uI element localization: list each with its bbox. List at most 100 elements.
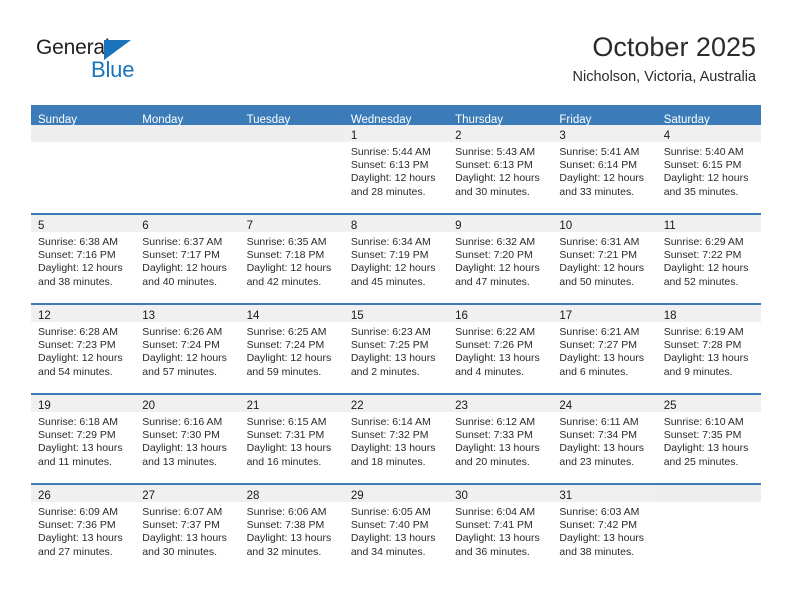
day-detail-line: Sunrise: 5:41 AM (559, 146, 640, 158)
day-details: Sunrise: 6:04 AM Sunset: 7:41 PM Daylight:… (448, 502, 552, 559)
day-detail-line: Sunset: 7:31 PM (246, 429, 325, 442)
calendar-day-cell[interactable]: 25 Sunrise: 6:10 AM Sunset: 7:35 PM Dayligh… (656, 395, 761, 483)
day-number-band: 27 (135, 485, 240, 502)
day-detail-line: Sunrise: 6:22 AM (455, 326, 536, 338)
calendar-day-cell[interactable]: 8 Sunrise: 6:34 AM Sunset: 7:19 PM Daylight… (343, 215, 449, 303)
calendar-day-cell[interactable]: 16 Sunrise: 6:22 AM Sunset: 7:26 PM Dayligh… (448, 305, 553, 393)
day-detail-line: Sunrise: 6:32 AM (455, 236, 536, 248)
calendar-day-cell[interactable]: 5 Sunrise: 6:38 AM Sunset: 7:16 PM Daylight… (31, 215, 136, 303)
day-number: 30 (455, 490, 468, 502)
weekday-header-wednesday: Wednesday (350, 114, 412, 125)
day-details: Sunrise: 6:28 AM Sunset: 7:23 PM Daylight:… (31, 322, 135, 379)
day-details: Sunrise: 5:43 AM Sunset: 6:13 PM Daylight:… (448, 142, 552, 199)
day-number: 19 (38, 400, 51, 412)
calendar-day-cell[interactable]: 12 Sunrise: 6:28 AM Sunset: 7:23 PM Dayligh… (31, 305, 136, 393)
day-detail-line: Sunset: 7:23 PM (38, 339, 116, 352)
day-detail-line: Sunset: 6:13 PM (455, 159, 533, 172)
title-block: October 2025 Nicholson, Victoria, Austra… (573, 32, 757, 85)
day-detail-line: Sunrise: 6:18 AM (38, 416, 118, 428)
day-detail-line: Daylight: 12 hours (455, 262, 540, 275)
calendar-day-cell[interactable]: 7 Sunrise: 6:35 AM Sunset: 7:18 PM Daylight… (239, 215, 344, 303)
calendar-week-row: 19 Sunrise: 6:18 AM Sunset: 7:29 PM Dayligh… (31, 393, 761, 483)
day-detail-line: Sunrise: 6:10 AM (663, 416, 744, 428)
calendar-day-cell[interactable]: 21 Sunrise: 6:15 AM Sunset: 7:31 PM Dayligh… (239, 395, 344, 483)
day-number-band: 20 (135, 395, 240, 412)
day-number-band: 9 (448, 215, 553, 232)
calendar-day-cell[interactable]: 22 Sunrise: 6:14 AM Sunset: 7:32 PM Dayligh… (343, 395, 449, 483)
day-details: Sunrise: 6:10 AM Sunset: 7:35 PM Daylight:… (657, 412, 761, 469)
calendar-day-cell[interactable]: 11 Sunrise: 6:29 AM Sunset: 7:22 PM Dayligh… (656, 215, 761, 303)
day-number: 26 (38, 490, 51, 502)
day-detail-line: Daylight: 13 hours (38, 532, 123, 545)
day-details: Sunrise: 6:35 AM Sunset: 7:18 PM Daylight:… (240, 232, 344, 289)
day-detail-line: Sunrise: 6:31 AM (559, 236, 640, 248)
day-number: 25 (663, 400, 677, 412)
day-detail-line: Sunrise: 6:26 AM (142, 326, 223, 338)
calendar-day-cell[interactable]: 31 Sunrise: 6:03 AM Sunset: 7:42 PM Dayligh… (552, 485, 657, 573)
page-title: October 2025 (592, 32, 756, 62)
day-details: Sunrise: 6:26 AM Sunset: 7:24 PM Daylight:… (135, 322, 239, 379)
day-number: 6 (142, 220, 149, 232)
calendar-day-cell[interactable]: 28 Sunrise: 6:06 AM Sunset: 7:38 PM Dayligh… (239, 485, 344, 573)
calendar-day-cell[interactable]: 1 Sunrise: 5:44 AM Sunset: 6:13 PM Daylight… (343, 125, 449, 213)
day-details: Sunrise: 5:41 AM Sunset: 6:14 PM Daylight:… (552, 142, 656, 199)
day-detail-line: and 47 minutes. (455, 275, 530, 288)
day-number-band: 13 (135, 305, 240, 322)
calendar-day-cell[interactable]: 24 Sunrise: 6:11 AM Sunset: 7:34 PM Dayligh… (552, 395, 657, 483)
calendar-empty-cell (135, 125, 240, 213)
calendar-day-cell[interactable]: 13 Sunrise: 6:26 AM Sunset: 7:24 PM Dayligh… (135, 305, 240, 393)
calendar-day-cell[interactable]: 6 Sunrise: 6:37 AM Sunset: 7:17 PM Daylight… (135, 215, 240, 303)
day-detail-line: and 36 minutes. (455, 545, 530, 558)
day-details: Sunrise: 6:19 AM Sunset: 7:28 PM Daylight:… (657, 322, 761, 379)
calendar-day-cell[interactable]: 30 Sunrise: 6:04 AM Sunset: 7:41 PM Dayligh… (448, 485, 553, 573)
calendar-page: General Blue October 2025 Nicholson, Vic… (0, 0, 792, 612)
day-detail-line: and 50 minutes. (559, 275, 635, 288)
day-number: 21 (246, 400, 260, 412)
day-details: Sunrise: 6:22 AM Sunset: 7:26 PM Daylight:… (448, 322, 552, 379)
day-detail-line: Sunset: 7:24 PM (246, 339, 325, 352)
calendar-day-cell[interactable]: 19 Sunrise: 6:18 AM Sunset: 7:29 PM Dayligh… (31, 395, 136, 483)
day-detail-line: Sunrise: 6:03 AM (559, 506, 640, 518)
day-details: Sunrise: 6:38 AM Sunset: 7:16 PM Daylight:… (31, 232, 135, 289)
day-number-band: 11 (656, 215, 761, 232)
day-details: Sunrise: 6:03 AM Sunset: 7:42 PM Daylight:… (552, 502, 656, 559)
day-detail-line: Daylight: 13 hours (350, 442, 436, 455)
calendar-day-cell[interactable]: 20 Sunrise: 6:16 AM Sunset: 7:30 PM Dayligh… (135, 395, 240, 483)
calendar-day-cell[interactable]: 23 Sunrise: 6:12 AM Sunset: 7:33 PM Dayligh… (448, 395, 553, 483)
day-detail-line: Daylight: 13 hours (663, 352, 749, 365)
day-number: 9 (455, 220, 462, 232)
calendar-day-cell[interactable]: 2 Sunrise: 5:43 AM Sunset: 6:13 PM Daylight… (448, 125, 553, 213)
day-details: Sunrise: 6:25 AM Sunset: 7:24 PM Daylight:… (240, 322, 344, 379)
day-detail-line: Sunset: 7:28 PM (663, 339, 742, 352)
day-detail-line: and 13 minutes. (142, 455, 217, 468)
calendar-day-cell[interactable]: 29 Sunrise: 6:05 AM Sunset: 7:40 PM Dayligh… (343, 485, 449, 573)
calendar-day-cell[interactable]: 27 Sunrise: 6:07 AM Sunset: 7:37 PM Dayligh… (135, 485, 240, 573)
day-detail-line: and 35 minutes. (663, 185, 739, 198)
day-detail-line: Sunset: 7:26 PM (455, 339, 533, 352)
day-detail-line: and 25 minutes. (663, 455, 739, 468)
day-details: Sunrise: 5:44 AM Sunset: 6:13 PM Daylight:… (344, 142, 448, 199)
day-detail-line: Sunset: 6:13 PM (350, 159, 429, 172)
day-number: 18 (663, 310, 677, 322)
day-detail-line: and 38 minutes. (38, 275, 113, 288)
day-number: 23 (455, 400, 468, 412)
calendar-day-cell[interactable]: 18 Sunrise: 6:19 AM Sunset: 7:28 PM Dayligh… (656, 305, 761, 393)
day-detail-line: Sunrise: 6:37 AM (142, 236, 223, 248)
calendar-day-cell[interactable]: 4 Sunrise: 5:40 AM Sunset: 6:15 PM Daylight… (656, 125, 761, 213)
day-detail-line: and 6 minutes. (559, 365, 629, 378)
day-detail-line: Sunset: 7:42 PM (559, 519, 638, 532)
day-detail-line: Sunrise: 6:14 AM (350, 416, 431, 428)
calendar-day-cell[interactable]: 3 Sunrise: 5:41 AM Sunset: 6:14 PM Daylight… (552, 125, 657, 213)
calendar-day-cell[interactable]: 14 Sunrise: 6:25 AM Sunset: 7:24 PM Dayligh… (239, 305, 344, 393)
calendar-day-cell[interactable]: 15 Sunrise: 6:23 AM Sunset: 7:25 PM Dayligh… (343, 305, 449, 393)
calendar-day-cell[interactable]: 10 Sunrise: 6:31 AM Sunset: 7:21 PM Dayligh… (552, 215, 657, 303)
calendar-day-cell[interactable]: 26 Sunrise: 6:09 AM Sunset: 7:36 PM Dayligh… (31, 485, 136, 573)
day-details: Sunrise: 6:37 AM Sunset: 7:17 PM Daylight:… (135, 232, 239, 289)
day-detail-line: and 23 minutes. (559, 455, 635, 468)
calendar-day-cell[interactable]: 17 Sunrise: 6:21 AM Sunset: 7:27 PM Dayligh… (552, 305, 657, 393)
day-detail-line: Sunrise: 6:35 AM (246, 236, 327, 248)
day-details: Sunrise: 5:40 AM Sunset: 6:15 PM Daylight:… (657, 142, 761, 199)
day-details: Sunrise: 6:34 AM Sunset: 7:19 PM Daylight:… (344, 232, 448, 289)
weekday-header-row: Sunday Monday Tuesday Wednesday Thursday Frid… (31, 105, 761, 125)
calendar-day-cell[interactable]: 9 Sunrise: 6:32 AM Sunset: 7:20 PM Daylight… (448, 215, 553, 303)
